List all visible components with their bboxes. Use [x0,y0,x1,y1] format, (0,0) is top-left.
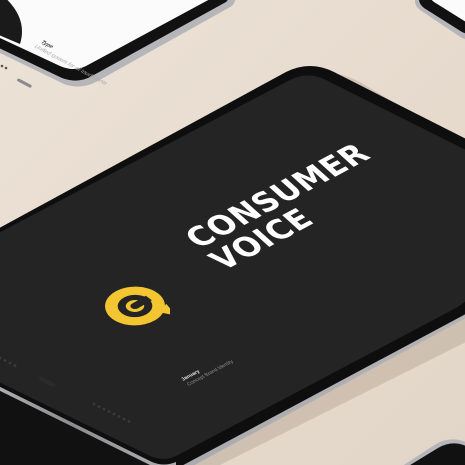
mockup-scene: Type Unified system for all touchpoints [0,0,465,465]
speech-bubble-c-icon [105,286,170,326]
